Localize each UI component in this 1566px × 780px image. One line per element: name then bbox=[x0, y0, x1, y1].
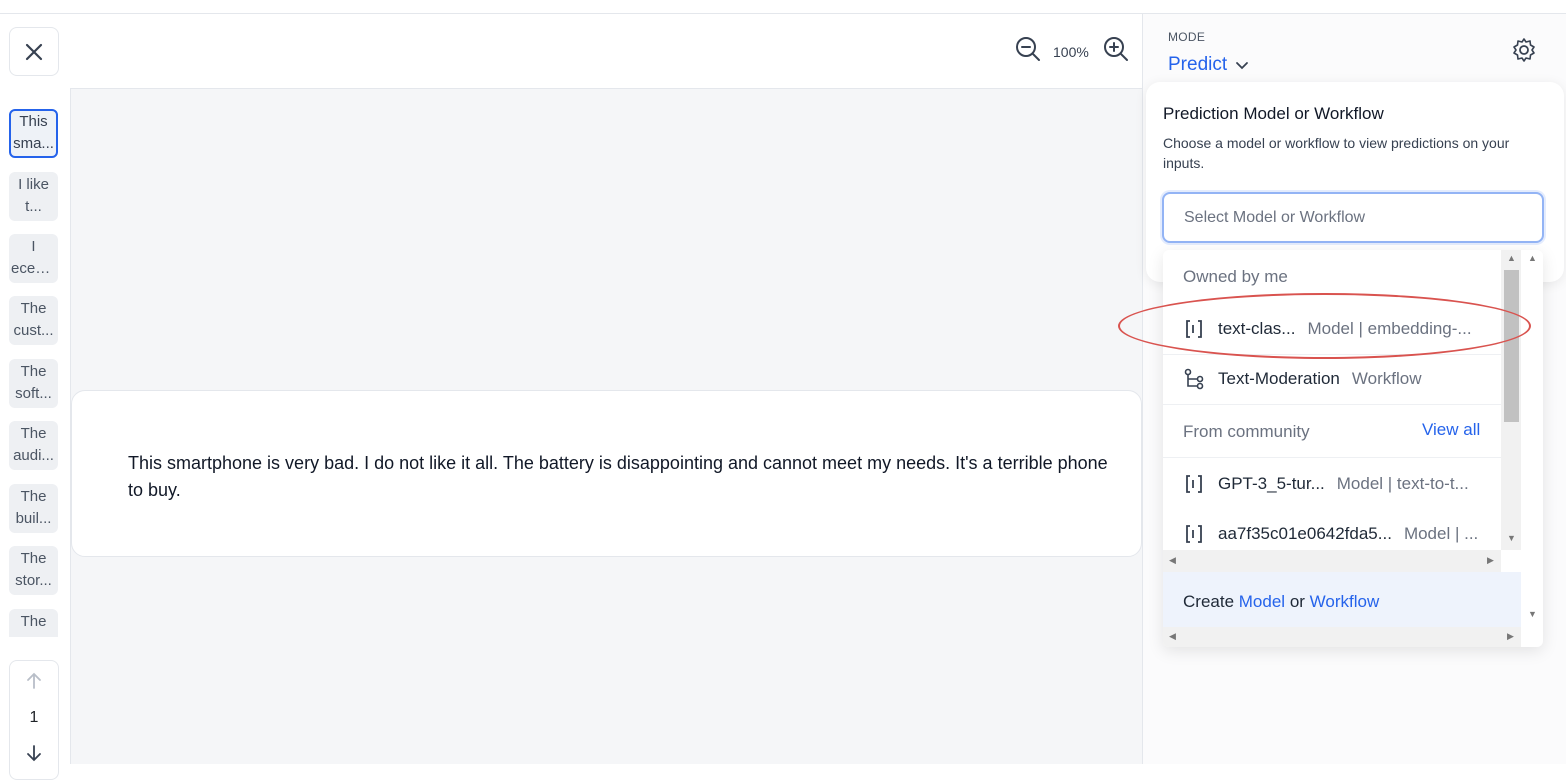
mode-value: Predict bbox=[1168, 54, 1228, 75]
divider bbox=[1163, 457, 1501, 458]
option-name: aa7f35c01e0642fda5... bbox=[1218, 524, 1392, 543]
thumbnail-text: audi... bbox=[13, 447, 54, 464]
thumbnail-text: t... bbox=[25, 198, 42, 215]
option-meta: Workflow bbox=[1351, 369, 1422, 388]
model-workflow-dropdown: Owned by me text-clas... Model | embeddi… bbox=[1163, 250, 1543, 647]
input-thumbnail[interactable]: The audi... bbox=[9, 421, 58, 470]
page-number: 1 bbox=[29, 709, 39, 726]
thumbnail-text: sma... bbox=[13, 135, 54, 152]
create-bar: Create Model or Workflow bbox=[1163, 572, 1521, 627]
create-or: or bbox=[1289, 592, 1305, 611]
input-thumbnail[interactable]: I ecent... bbox=[9, 234, 58, 283]
thumbnail-text: ecent... bbox=[11, 260, 58, 277]
scroll-left-arrow-icon[interactable]: ◀ bbox=[1169, 632, 1176, 641]
option-meta: Model | text-to-t... bbox=[1336, 474, 1469, 493]
thumbnail-text: soft... bbox=[15, 385, 52, 402]
group-community-label: From community bbox=[1183, 422, 1310, 441]
scroll-left-arrow-icon[interactable]: ◀ bbox=[1169, 556, 1176, 565]
option-meta: Model | embedding-... bbox=[1307, 319, 1472, 338]
model-icon bbox=[1183, 318, 1205, 340]
close-button[interactable] bbox=[9, 27, 59, 76]
model-icon bbox=[1183, 473, 1205, 495]
input-thumbnail[interactable]: The buil... bbox=[9, 484, 58, 533]
mode-selector[interactable]: Predict bbox=[1168, 54, 1251, 76]
scroll-up-arrow-icon[interactable]: ▲ bbox=[1528, 254, 1537, 263]
zoom-in-icon[interactable] bbox=[1103, 36, 1129, 62]
text-input-card: This smartphone is very bad. I do not li… bbox=[71, 390, 1142, 557]
input-thumbnail[interactable]: The cust... bbox=[9, 296, 58, 345]
option-meta: Model | ... bbox=[1403, 524, 1479, 543]
workflow-icon bbox=[1183, 368, 1205, 390]
scroll-right-arrow-icon[interactable]: ▶ bbox=[1487, 556, 1494, 565]
thumbnail-text: The bbox=[20, 300, 47, 317]
thumbnail-text: The bbox=[20, 363, 47, 380]
outer-scrollbar[interactable] bbox=[1523, 250, 1543, 630]
option-name: Text-Moderation bbox=[1218, 369, 1340, 388]
mode-label: MODE bbox=[1168, 30, 1206, 44]
close-icon bbox=[25, 43, 43, 60]
thumbnail-text: This bbox=[19, 113, 48, 130]
scroll-down-arrow-icon[interactable]: ▼ bbox=[1528, 610, 1537, 619]
model-workflow-search-input[interactable] bbox=[1162, 192, 1544, 243]
thumbnail-text: The bbox=[20, 488, 47, 505]
arrow-down-icon[interactable] bbox=[24, 743, 44, 763]
input-thumbnail[interactable]: The stor... bbox=[9, 546, 58, 595]
canvas-toolbar: 100% bbox=[70, 14, 1142, 89]
thumbnail-text: stor... bbox=[15, 572, 52, 589]
card-description: Choose a model or workflow to view predi… bbox=[1163, 135, 1510, 171]
view-all-link[interactable]: View all bbox=[1422, 420, 1480, 440]
zoom-out-icon[interactable] bbox=[1015, 36, 1041, 62]
create-model-link[interactable]: Model bbox=[1239, 592, 1285, 611]
chevron-down-icon bbox=[1236, 62, 1249, 70]
thumbnail-text: I like bbox=[18, 176, 49, 193]
scroll-up-arrow-icon[interactable]: ▲ bbox=[1507, 254, 1516, 263]
model-icon bbox=[1183, 523, 1205, 545]
thumbnail-text: cust... bbox=[13, 322, 54, 339]
input-thumbnail[interactable]: The bbox=[9, 609, 58, 637]
dropdown-scrollbar-thumb[interactable] bbox=[1504, 270, 1519, 422]
thumbnail-text: buil... bbox=[15, 510, 52, 527]
card-title: Prediction Model or Workflow bbox=[1163, 104, 1384, 123]
input-thumbnail[interactable]: I like t... bbox=[9, 172, 58, 221]
gear-icon[interactable] bbox=[1511, 37, 1537, 63]
option-name: text-clas... bbox=[1218, 319, 1296, 338]
thumbnail-text: The bbox=[20, 550, 47, 567]
create-prefix: Create bbox=[1183, 592, 1235, 611]
input-text: This smartphone is very bad. I do not li… bbox=[128, 453, 1108, 500]
zoom-level: 100% bbox=[1053, 44, 1089, 60]
horizontal-scrollbar[interactable] bbox=[1163, 627, 1521, 647]
scroll-down-arrow-icon[interactable]: ▼ bbox=[1507, 534, 1516, 543]
thumbnail-text: The bbox=[20, 613, 47, 630]
thumbnail-text: I bbox=[31, 238, 36, 255]
group-owned-label: Owned by me bbox=[1183, 267, 1288, 286]
scroll-right-arrow-icon[interactable]: ▶ bbox=[1507, 632, 1514, 641]
horizontal-scrollbar[interactable] bbox=[1163, 550, 1501, 572]
pagination: 1 bbox=[9, 660, 59, 780]
dropdown-option[interactable]: Text-Moderation Workflow bbox=[1163, 354, 1501, 404]
option-name: GPT-3_5-tur... bbox=[1218, 474, 1325, 493]
input-thumbnail[interactable]: This sma... bbox=[9, 109, 58, 158]
dropdown-option[interactable]: text-clas... Model | embedding-... bbox=[1163, 304, 1501, 354]
thumbnail-text: The bbox=[20, 425, 47, 442]
dropdown-option[interactable]: GPT-3_5-tur... Model | text-to-t... bbox=[1163, 459, 1501, 509]
arrow-up-icon[interactable] bbox=[24, 671, 44, 691]
create-workflow-link[interactable]: Workflow bbox=[1310, 592, 1380, 611]
input-thumbnail[interactable]: The soft... bbox=[9, 359, 58, 408]
divider bbox=[1163, 404, 1501, 405]
input-canvas: This smartphone is very bad. I do not li… bbox=[70, 89, 1142, 764]
input-thumbnail-list: This sma... I like t... I ecent... The c… bbox=[0, 89, 70, 637]
